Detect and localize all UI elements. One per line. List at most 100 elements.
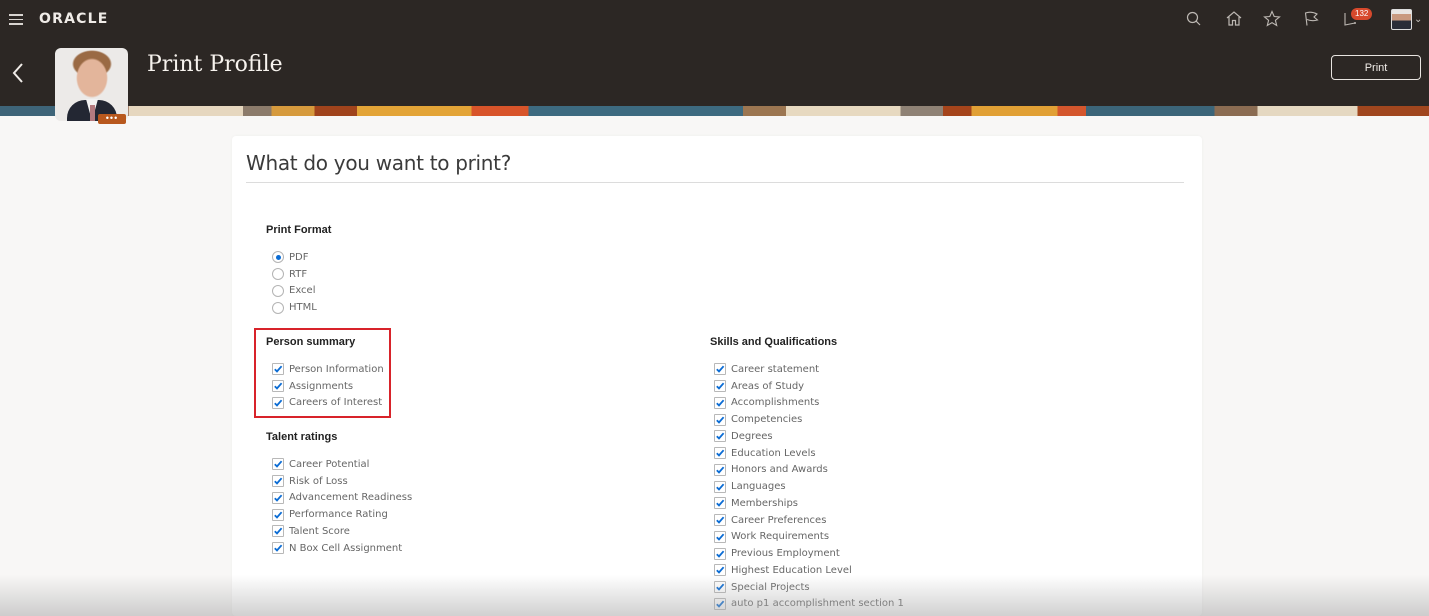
back-button[interactable] xyxy=(10,58,26,88)
checkmark-icon xyxy=(274,511,283,519)
checkmark-icon xyxy=(716,566,725,575)
checkmark-icon xyxy=(716,550,725,558)
page-title: Print Profile xyxy=(147,52,283,77)
person-summary-label: Person summary xyxy=(266,336,356,348)
checkbox-label: Performance Rating xyxy=(289,509,388,521)
checkbox-item[interactable]: Risk of Loss xyxy=(272,473,412,490)
decorative-banner xyxy=(0,106,1429,116)
checkbox[interactable] xyxy=(714,380,726,393)
favorites-star-icon[interactable] xyxy=(1262,9,1282,29)
skills-qualifications-label: Skills and Qualifications xyxy=(710,336,838,348)
radio-label: HTML xyxy=(289,302,317,314)
checkbox-item[interactable]: auto p1 accomplishment section 1 xyxy=(714,596,904,613)
profile-photo[interactable] xyxy=(55,48,128,121)
checkbox-label: Previous Employment xyxy=(731,548,840,560)
menu-icon[interactable] xyxy=(9,14,23,25)
checkbox-item[interactable]: Memberships xyxy=(714,495,904,512)
checkbox-label: Memberships xyxy=(731,497,799,509)
radio-button[interactable] xyxy=(272,251,284,264)
flag-icon[interactable] xyxy=(1302,9,1322,29)
notifications-badge: 132 xyxy=(1351,8,1373,20)
checkbox-item[interactable]: Work Requirements xyxy=(714,529,904,546)
checkbox[interactable] xyxy=(272,363,284,376)
divider xyxy=(246,182,1184,183)
radio-button[interactable] xyxy=(272,268,284,281)
checkmark-icon xyxy=(716,365,725,374)
checkbox[interactable] xyxy=(714,581,726,594)
checkbox-item[interactable]: Career statement xyxy=(714,361,904,378)
checkbox[interactable] xyxy=(272,475,284,488)
checkbox-item[interactable]: Talent Score xyxy=(272,523,412,540)
checkmark-icon xyxy=(716,399,725,407)
radio-label: RTF xyxy=(289,268,308,280)
checkbox[interactable] xyxy=(714,430,726,443)
checkbox[interactable] xyxy=(714,530,726,543)
checkbox-label: Career Potential xyxy=(289,458,370,470)
home-icon[interactable] xyxy=(1224,9,1244,29)
checkbox-label: auto p1 accomplishment section 1 xyxy=(731,598,904,610)
checkbox[interactable] xyxy=(714,547,726,560)
checkbox-item[interactable]: Person Information xyxy=(272,361,384,378)
radio-button[interactable] xyxy=(272,301,284,314)
print-button[interactable]: Print xyxy=(1331,55,1421,80)
checkbox[interactable] xyxy=(272,396,284,409)
checkbox-label: Advancement Readiness xyxy=(289,492,413,504)
checkbox-item[interactable]: Education Levels xyxy=(714,445,904,462)
checkbox[interactable] xyxy=(714,447,726,460)
checkbox-label: Career Preferences xyxy=(731,514,827,526)
checkbox[interactable] xyxy=(272,458,284,471)
checkmark-icon xyxy=(274,365,283,374)
checkbox-item[interactable]: Languages xyxy=(714,478,904,495)
checkbox[interactable] xyxy=(272,380,284,393)
checkbox[interactable] xyxy=(714,480,726,493)
skills-qualifications-list: Career statement Areas of Study Accomplish… xyxy=(714,361,904,612)
radio-label: Excel xyxy=(289,285,316,297)
checkbox-label: Honors and Awards xyxy=(731,464,828,476)
checkbox-item[interactable]: Honors and Awards xyxy=(714,462,904,479)
checkbox[interactable] xyxy=(714,597,726,610)
checkbox[interactable] xyxy=(272,508,284,521)
checkbox[interactable] xyxy=(714,396,726,409)
radio-button[interactable] xyxy=(272,284,284,297)
checkbox[interactable] xyxy=(714,497,726,510)
radio-option-pdf[interactable]: PDF xyxy=(272,249,317,266)
more-actions-button[interactable]: ••• xyxy=(98,114,126,124)
checkbox[interactable] xyxy=(714,564,726,577)
checkbox[interactable] xyxy=(272,525,284,538)
checkbox-item[interactable]: Previous Employment xyxy=(714,545,904,562)
checkbox-item[interactable]: Advancement Readiness xyxy=(272,490,412,507)
checkbox[interactable] xyxy=(714,363,726,376)
checkbox-item[interactable]: Special Projects xyxy=(714,579,904,596)
checkbox-label: Education Levels xyxy=(731,447,816,459)
checkbox-item[interactable]: Careers of Interest xyxy=(272,395,384,412)
checkbox-item[interactable]: Areas of Study xyxy=(714,378,904,395)
global-header: ORACLE 132 ⌄ xyxy=(0,0,1429,38)
checkbox[interactable] xyxy=(714,413,726,426)
checkbox-label: Special Projects xyxy=(731,581,810,593)
card-title: What do you want to print? xyxy=(246,151,512,175)
checkbox-label: Work Requirements xyxy=(731,531,830,543)
user-avatar[interactable] xyxy=(1391,9,1412,30)
checkbox-label: Areas of Study xyxy=(731,380,805,392)
radio-option-html[interactable]: HTML xyxy=(272,299,317,316)
checkbox[interactable] xyxy=(272,542,284,555)
checkbox[interactable] xyxy=(714,463,726,476)
radio-option-rtf[interactable]: RTF xyxy=(272,266,317,283)
checkmark-icon xyxy=(274,382,283,390)
checkbox-item[interactable]: Performance Rating xyxy=(272,506,412,523)
checkbox-item[interactable]: Career Potential xyxy=(272,456,412,473)
checkbox-item[interactable]: N Box Cell Assignment xyxy=(272,540,412,557)
checkbox[interactable] xyxy=(272,491,284,504)
checkmark-icon xyxy=(716,499,725,508)
checkbox-item[interactable]: Degrees xyxy=(714,428,904,445)
search-icon[interactable] xyxy=(1184,9,1204,29)
checkbox-item[interactable]: Assignments xyxy=(272,378,384,395)
radio-option-excel[interactable]: Excel xyxy=(272,283,317,300)
checkbox-item[interactable]: Career Preferences xyxy=(714,512,904,529)
checkbox[interactable] xyxy=(714,514,726,527)
checkbox-item[interactable]: Competencies xyxy=(714,411,904,428)
checkbox-item[interactable]: Accomplishments xyxy=(714,395,904,412)
checkmark-icon xyxy=(716,382,725,390)
chevron-down-icon[interactable]: ⌄ xyxy=(1414,14,1422,25)
checkbox-item[interactable]: Highest Education Level xyxy=(714,562,904,579)
